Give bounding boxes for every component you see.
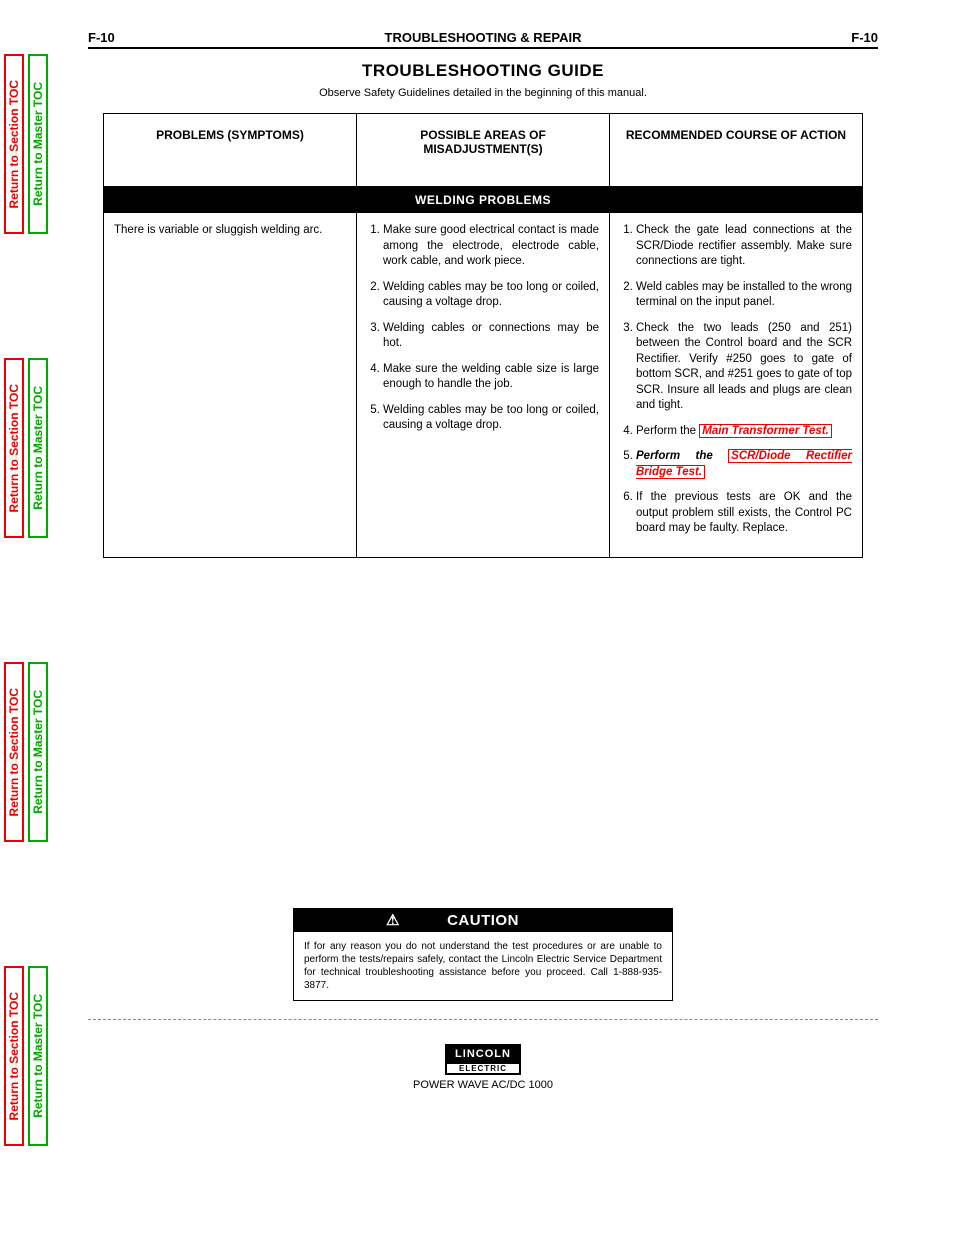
dashed-divider xyxy=(88,1019,878,1020)
table-row: There is variable or sluggish welding ar… xyxy=(104,213,862,557)
page-header: F-10 TROUBLESHOOTING & REPAIR F-10 xyxy=(88,30,878,49)
list-item-text: Perform the xyxy=(636,450,728,462)
table-header-row: PROBLEMS (SYMPTOMS) POSSIBLE AREAS OF MI… xyxy=(104,114,862,187)
list-item-text: Perform the xyxy=(636,425,696,437)
return-section-toc-label: Return to Section TOC xyxy=(7,688,21,816)
logo-bottom-text: ELECTRIC xyxy=(445,1064,521,1075)
return-section-toc-tab[interactable]: Return to Section TOC xyxy=(4,662,24,842)
safety-subtitle: Observe Safety Guidelines detailed in th… xyxy=(88,87,878,99)
logo-top-text: LINCOLN xyxy=(445,1044,521,1064)
table-cell-recommended: Check the gate lead connections at the S… xyxy=(610,213,862,557)
footer-model: POWER WAVE AC/DC 1000 xyxy=(88,1079,878,1091)
list-item: Welding cables may be too long or coiled… xyxy=(383,280,599,311)
table-cell-possible: Make sure good electrical contact is mad… xyxy=(357,213,610,557)
page-content: F-10 TROUBLESHOOTING & REPAIR F-10 TROUB… xyxy=(88,30,878,1091)
list-item: Make sure the welding cable size is larg… xyxy=(383,362,599,393)
main-transformer-test-link[interactable]: Main Transformer Test. xyxy=(699,424,832,438)
page-header-title: TROUBLESHOOTING & REPAIR xyxy=(385,30,582,45)
list-item: Check the gate lead connections at the S… xyxy=(636,223,852,270)
return-section-toc-tab[interactable]: Return to Section TOC xyxy=(4,966,24,1146)
list-item: Make sure good electrical contact is mad… xyxy=(383,223,599,270)
page-footer: LINCOLN ELECTRIC POWER WAVE AC/DC 1000 xyxy=(88,1044,878,1091)
return-master-toc-label: Return to Master TOC xyxy=(31,994,45,1118)
return-master-toc-tab[interactable]: Return to Master TOC xyxy=(28,662,48,842)
return-section-toc-label: Return to Section TOC xyxy=(7,992,21,1120)
warning-icon: ⚠ xyxy=(386,911,400,929)
list-item: Weld cables may be installed to the wron… xyxy=(636,280,852,311)
return-master-toc-label: Return to Master TOC xyxy=(31,386,45,510)
return-section-toc-label: Return to Section TOC xyxy=(7,384,21,512)
table-header-possible-areas: POSSIBLE AREAS OF MISADJUSTMENT(S) xyxy=(357,114,610,186)
return-section-toc-tab[interactable]: Return to Section TOC xyxy=(4,358,24,538)
list-item: Perform the Main Transformer Test. xyxy=(636,424,852,440)
return-master-toc-label: Return to Master TOC xyxy=(31,690,45,814)
list-item: Welding cables or connections may be hot… xyxy=(383,321,599,352)
table-category-band: WELDING PROBLEMS xyxy=(104,187,862,213)
list-item: If the previous tests are OK and the out… xyxy=(636,490,852,537)
return-master-toc-tab[interactable]: Return to Master TOC xyxy=(28,358,48,538)
caution-bar: ⚠ CAUTION xyxy=(294,909,672,932)
return-master-toc-tab[interactable]: Return to Master TOC xyxy=(28,54,48,234)
lincoln-electric-logo: LINCOLN ELECTRIC xyxy=(445,1044,521,1075)
return-section-toc-tab[interactable]: Return to Section TOC xyxy=(4,54,24,234)
list-item: Welding cables may be too long or coiled… xyxy=(383,403,599,434)
table-header-recommended: RECOMMENDED COURSE OF ACTION xyxy=(610,114,862,186)
caution-box: ⚠ CAUTION If for any reason you do not u… xyxy=(293,908,673,1001)
caution-text: If for any reason you do not understand … xyxy=(294,932,672,1000)
return-master-toc-label: Return to Master TOC xyxy=(31,82,45,206)
caution-title: CAUTION xyxy=(447,912,519,929)
table-header-problems: PROBLEMS (SYMPTOMS) xyxy=(104,114,357,186)
return-master-toc-tab[interactable]: Return to Master TOC xyxy=(28,966,48,1146)
table-cell-problem: There is variable or sluggish welding ar… xyxy=(104,213,357,557)
section-title: TROUBLESHOOTING GUIDE xyxy=(88,61,878,81)
page-number-right: F-10 xyxy=(851,30,878,45)
list-item: Check the two leads (250 and 251) betwee… xyxy=(636,321,852,414)
return-section-toc-label: Return to Section TOC xyxy=(7,80,21,208)
troubleshooting-table: PROBLEMS (SYMPTOMS) POSSIBLE AREAS OF MI… xyxy=(103,113,863,558)
list-item: Perform the SCR/Diode Rectifier Bridge T… xyxy=(636,449,852,480)
page-number-left: F-10 xyxy=(88,30,115,45)
